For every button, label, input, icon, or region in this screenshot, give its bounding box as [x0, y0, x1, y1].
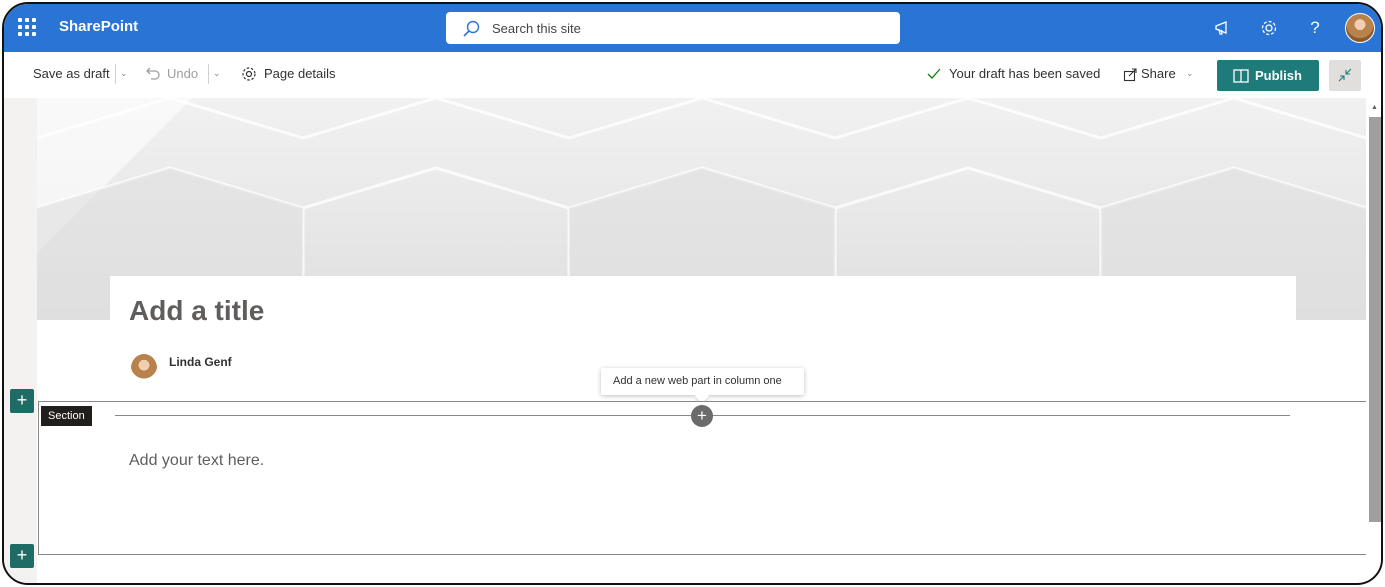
search-box[interactable]: Search this site [446, 12, 900, 44]
divider [115, 64, 116, 84]
user-avatar[interactable] [1345, 13, 1375, 43]
chevron-down-icon[interactable]: ⌄ [1186, 68, 1194, 79]
help-icon[interactable]: ? [1304, 17, 1326, 39]
web-part-tooltip: Add a new web part in column one [601, 368, 804, 404]
waffle-icon[interactable] [18, 18, 36, 36]
book-icon [1233, 69, 1249, 83]
section-label: Section [48, 410, 85, 422]
undo-icon [146, 67, 160, 80]
search-placeholder: Search this site [492, 21, 581, 36]
command-bar: Save as draft ⌄ Undo ⌄ Page details Your… [4, 52, 1381, 98]
search-icon [463, 20, 480, 37]
add-section-bottom-button[interactable]: + [10, 544, 34, 568]
collapse-button[interactable] [1329, 60, 1361, 91]
text-web-part-placeholder[interactable]: Add your text here. [129, 452, 264, 470]
suite-bar: SharePoint Search this site ? [4, 4, 1381, 52]
share-icon [1123, 68, 1137, 82]
chevron-down-icon[interactable]: ⌄ [120, 68, 128, 79]
section-tag[interactable]: Section [41, 406, 92, 426]
add-web-part-button[interactable]: + [691, 405, 713, 427]
author-name: Linda Genf [169, 355, 232, 369]
gear-icon [242, 67, 256, 81]
scrollbar-thumb[interactable] [1369, 117, 1381, 522]
publish-label: Publish [1255, 68, 1302, 83]
publish-button[interactable]: Publish [1217, 60, 1319, 91]
gear-icon[interactable] [1258, 17, 1280, 39]
save-as-draft-button[interactable]: Save as draft [33, 66, 110, 81]
tooltip-text: Add a new web part in column one [613, 375, 782, 387]
save-status: Your draft has been saved [949, 66, 1101, 81]
left-rail [4, 98, 37, 583]
chevron-down-icon[interactable]: ⌄ [213, 68, 221, 79]
page-title-input[interactable]: Add a title [129, 295, 264, 327]
share-button[interactable]: Share [1141, 66, 1176, 81]
author-avatar [131, 354, 157, 382]
scroll-up-arrow-icon[interactable]: ▲ [1371, 104, 1378, 111]
title-card [110, 276, 1296, 356]
collapse-arrows-icon [1338, 68, 1352, 82]
undo-button[interactable]: Undo [167, 66, 198, 81]
app-brand[interactable]: SharePoint [59, 18, 138, 35]
divider [208, 64, 209, 84]
sharepoint-window: SharePoint Search this site ? Save as dr… [2, 2, 1383, 585]
checkmark-icon [927, 68, 941, 79]
page-details-button[interactable]: Page details [264, 66, 336, 81]
megaphone-icon[interactable] [1212, 17, 1234, 39]
add-section-top-button[interactable]: + [10, 389, 34, 413]
